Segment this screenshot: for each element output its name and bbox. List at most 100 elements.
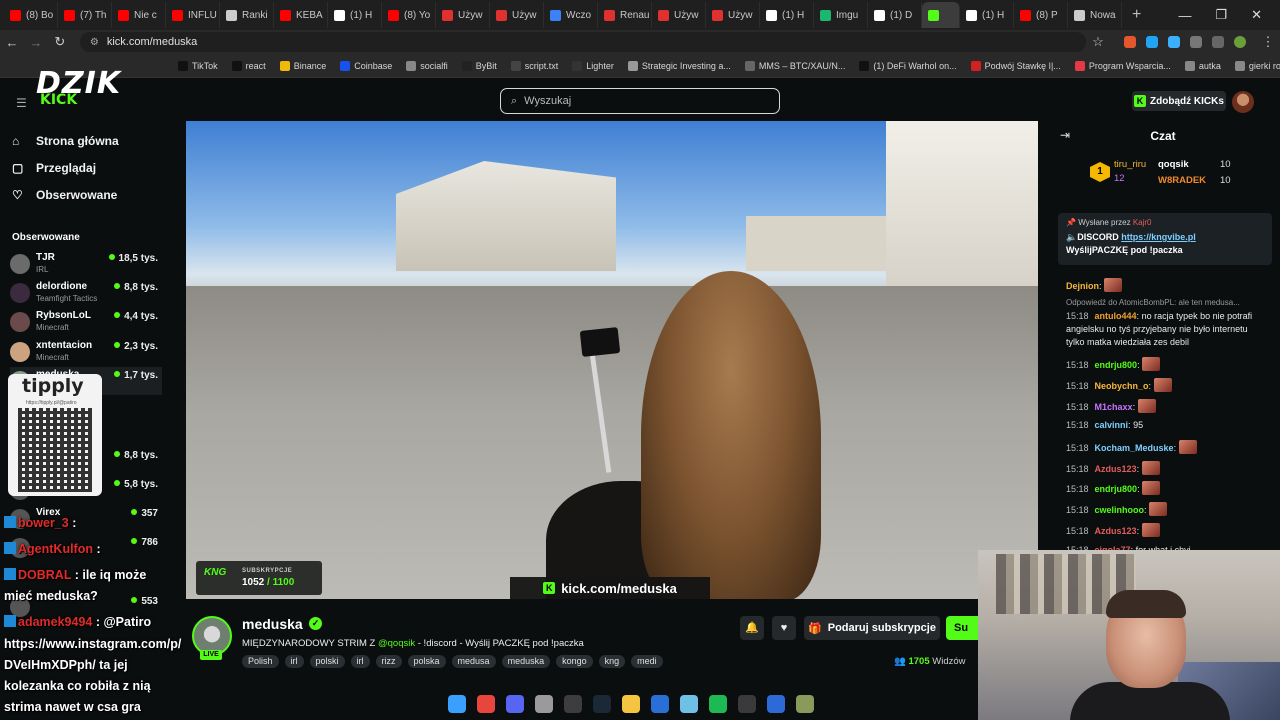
chat-username[interactable]: antulo444 [1095, 311, 1137, 321]
extension-icon[interactable] [1145, 36, 1158, 48]
stream-tag[interactable]: kongo [556, 655, 593, 668]
extension-icon[interactable] [1167, 36, 1180, 48]
browser-tab[interactable]: Nowa [1068, 2, 1122, 28]
stream-tag[interactable]: medusa [451, 655, 496, 668]
new-tab-button[interactable]: + [1122, 6, 1151, 24]
app-icon[interactable] [535, 695, 553, 713]
streamer-name[interactable]: meduska [242, 616, 303, 632]
bookmark-item[interactable]: Binance [279, 60, 326, 71]
chat-username[interactable]: Kocham_Meduske [1095, 443, 1174, 453]
bookmark-item[interactable]: MMS – BTC/XAU/N... [744, 60, 845, 71]
avatar[interactable] [1232, 91, 1254, 113]
browser-tab[interactable]: Wczo [544, 2, 598, 28]
pinned-user[interactable]: Kajr0 [1133, 218, 1152, 227]
followed-channel[interactable]: xntentacion Minecraft 2,3 tys. [10, 338, 162, 366]
browser-tab[interactable]: Używ [706, 2, 760, 28]
browser-tab[interactable]: KEBA [274, 2, 328, 28]
browser-tab[interactable]: (8) Bo [4, 2, 58, 28]
url-field[interactable]: ⚙ kick.com/meduska [79, 32, 1087, 52]
bookmark-item[interactable]: TikTok [178, 60, 218, 71]
browser-tab[interactable]: (8) Yo [382, 2, 436, 28]
browser-tab[interactable]: (8) P [1014, 2, 1068, 28]
notification-bell-icon[interactable]: 🔔 [740, 616, 764, 640]
chat-username[interactable]: endrju800 [1095, 484, 1138, 494]
browser-tab[interactable]: (1) H [960, 2, 1014, 28]
extension-icon[interactable] [1123, 36, 1136, 48]
get-kicks-button[interactable]: K Zdobądź KICKs [1132, 91, 1226, 111]
menu-icon[interactable]: ☰ [16, 96, 27, 110]
subscribe-button[interactable]: Su [946, 616, 980, 640]
chat-username[interactable]: Dejnion [1066, 281, 1099, 291]
followed-channel[interactable]: TJR IRL 18,5 tys. [10, 250, 162, 278]
bookmark-item[interactable]: Lighter [572, 60, 614, 71]
close-window-icon[interactable]: ✕ [1251, 7, 1262, 23]
browser-tab[interactable]: Używ [652, 2, 706, 28]
app4-icon[interactable] [767, 695, 785, 713]
followed-channel[interactable]: RybsonLoL Minecraft 4,4 tys. [10, 308, 162, 336]
stream-tag[interactable]: irl [284, 655, 304, 668]
chat-username[interactable]: Azdus123 [1095, 526, 1137, 536]
files-icon[interactable] [622, 695, 640, 713]
stream-tag[interactable]: meduska [501, 655, 551, 668]
browser-tab[interactable]: Renau [598, 2, 652, 28]
followed-channel[interactable]: delordione Teamfight Tactics 8,8 tys. [10, 279, 162, 307]
browser-tab[interactable]: Używ [490, 2, 544, 28]
browser-tab[interactable]: INFLU [166, 2, 220, 28]
menu-dots-icon[interactable]: ⋮ [1256, 34, 1280, 50]
browser-tab[interactable]: Ranki [220, 2, 274, 28]
stream-tag[interactable]: polski [309, 655, 345, 668]
app5-icon[interactable] [796, 695, 814, 713]
stream-tag[interactable]: rizz [375, 655, 402, 668]
bookmark-item[interactable]: Podwój Stawkę ǀ|... [970, 60, 1061, 71]
browser-tab[interactable] [922, 2, 960, 28]
gifter-name[interactable]: qoqsik [1158, 159, 1189, 170]
reload-icon[interactable]: ↻ [48, 34, 72, 50]
gifter-name[interactable]: tiru_riru [1114, 159, 1146, 170]
bookmark-item[interactable]: script.txt [510, 60, 558, 71]
nav-home[interactable]: ⌂ Strona główna [12, 134, 119, 148]
follow-heart-icon[interactable]: ♥ [772, 616, 796, 640]
steam-icon[interactable] [593, 695, 611, 713]
search-input[interactable]: ⌕ Wyszukaj [500, 88, 780, 114]
back-icon[interactable]: ← [0, 35, 24, 50]
app3-icon[interactable] [738, 695, 756, 713]
site-info-icon[interactable]: ⚙ [90, 37, 99, 48]
chat-username[interactable]: calvinni [1095, 420, 1129, 430]
reading-list-icon[interactable] [1211, 36, 1224, 48]
maximize-icon[interactable]: ❐ [1215, 7, 1227, 23]
nav-following[interactable]: ♡ Obserwowane [12, 188, 117, 202]
bookmark-item[interactable]: Strategic Investing a... [627, 60, 731, 71]
spotify-icon[interactable] [709, 695, 727, 713]
browser-tab[interactable]: Nie c [112, 2, 166, 28]
browser-tab[interactable]: (1) D [868, 2, 922, 28]
app2-icon[interactable] [680, 695, 698, 713]
chat-username[interactable]: endrju800 [1095, 360, 1138, 370]
ccleaner-icon[interactable] [651, 695, 669, 713]
gift-subs-button[interactable]: 🎁 Podaruj subskrypcje [804, 616, 940, 640]
browser-tab[interactable]: Imgu [814, 2, 868, 28]
pinned-link[interactable]: https://kngvibe.pl [1121, 232, 1196, 242]
bookmark-item[interactable]: gierki roblowe do... [1234, 60, 1280, 71]
chat-username[interactable]: Azdus123 [1095, 464, 1137, 474]
discord-icon[interactable] [506, 695, 524, 713]
bookmark-item[interactable]: socialfi [406, 60, 448, 71]
browser-tab[interactable]: (7) Th [58, 2, 112, 28]
minimize-icon[interactable]: — [1178, 8, 1191, 23]
nav-browse[interactable]: ▢ Przeglądaj [12, 161, 96, 175]
bookmark-item[interactable]: autka [1184, 60, 1221, 71]
browser-tab[interactable]: (1) H [328, 2, 382, 28]
chrome-icon[interactable] [477, 695, 495, 713]
video-player[interactable] [186, 121, 1038, 599]
stream-tag[interactable]: polska [407, 655, 446, 668]
bookmark-star-icon[interactable]: ☆ [1086, 34, 1110, 50]
bookmark-item[interactable]: react [231, 60, 266, 71]
collapse-chat-icon[interactable]: ⇥ [1060, 128, 1070, 142]
chat-username[interactable]: cwelinhooo [1095, 505, 1145, 515]
chat-username[interactable]: Neobychn_o [1095, 381, 1149, 391]
stream-tag[interactable]: irl [350, 655, 370, 668]
puzzle-icon[interactable] [1189, 36, 1202, 48]
chat-username[interactable]: M1chaxx [1095, 402, 1133, 412]
windows-start-icon[interactable] [448, 695, 466, 713]
bookmark-item[interactable]: Coinbase [340, 60, 392, 71]
bookmark-item[interactable]: ByBit [461, 60, 497, 71]
